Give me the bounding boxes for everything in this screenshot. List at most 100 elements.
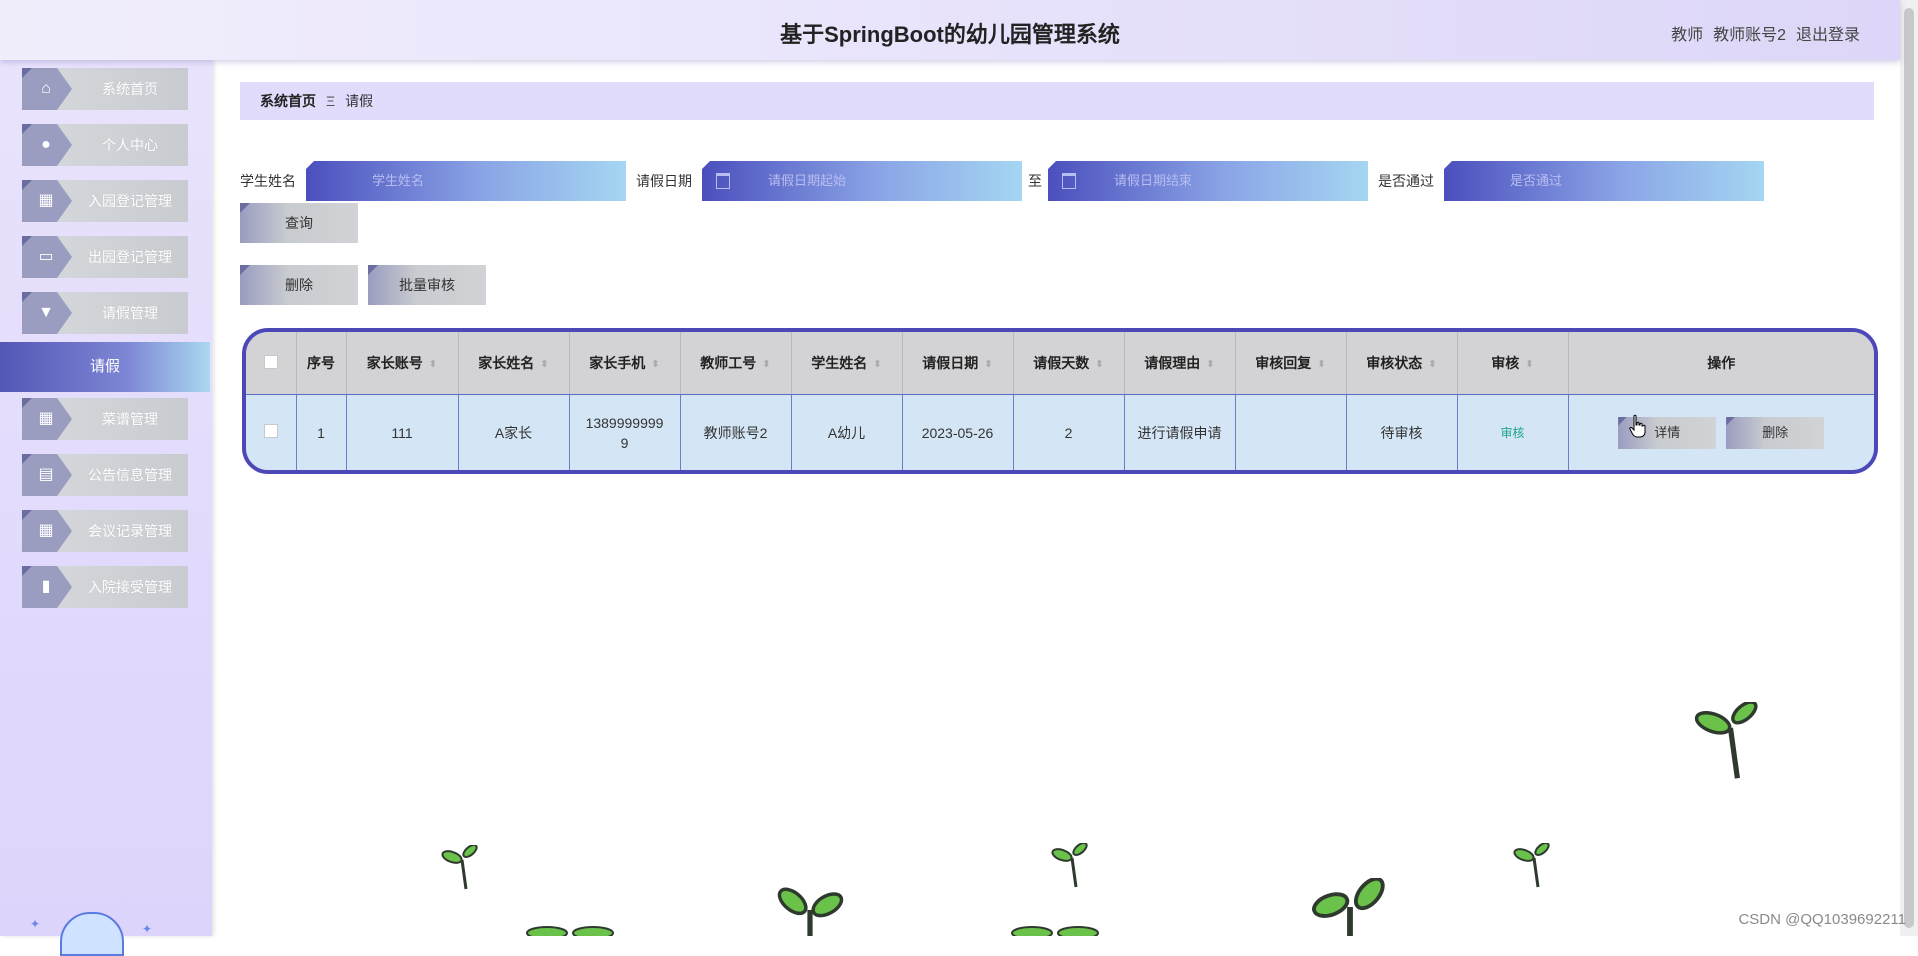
col-header[interactable]: 请假天数 ⬍ [1013, 332, 1125, 395]
sidebar-item-admission[interactable]: ▦ 入园登记管理 [22, 180, 188, 222]
date-end-input[interactable]: 请假日期结束 [1048, 161, 1368, 201]
col-header[interactable]: 审核 ⬍ [1457, 332, 1569, 395]
monitor-icon: ▭ [38, 248, 54, 265]
row-checkbox-cell[interactable] [246, 394, 297, 470]
propeller-plant-decoration [1312, 878, 1385, 936]
watermark: CSDN @QQ1039692211 [1738, 911, 1906, 928]
propeller-plant-decoration [777, 887, 844, 936]
sort-icon[interactable]: ⬍ [873, 359, 881, 370]
col-header[interactable]: 审核状态 ⬍ [1346, 332, 1458, 395]
input-placeholder: 请假日期结束 [1114, 173, 1193, 188]
sidebar-item-leave-active[interactable]: 请假 [0, 342, 210, 392]
col-header[interactable]: 请假理由 ⬍ [1124, 332, 1236, 395]
sidebar-item-home[interactable]: ⌂ 系统首页 [22, 68, 188, 110]
home-icon: ⌂ [41, 80, 51, 97]
batch-audit-button[interactable]: 批量审核 [368, 265, 486, 305]
cell-actions: 详情 删除 [1568, 394, 1874, 470]
delete-button[interactable]: 删除 [240, 265, 358, 305]
select-all-checkbox-cell[interactable] [246, 332, 297, 395]
button-label: 删除 [285, 277, 313, 293]
sort-icon[interactable]: ⬍ [429, 359, 437, 370]
button-label: 查询 [285, 215, 313, 231]
col-header: 操作 [1568, 332, 1874, 395]
input-placeholder: 学生姓名 [372, 173, 425, 188]
propeller-plant-decoration [1051, 843, 1088, 888]
select-all-checkbox[interactable] [263, 354, 278, 369]
col-header[interactable]: 审核回复 ⬍ [1235, 332, 1347, 395]
user-account: 教师账号2 [1713, 27, 1786, 44]
table-row: 1 111 A家长 1389999999 9 教师账号2 A幼儿 2023-05-… [246, 394, 1874, 470]
breadcrumb-home[interactable]: 系统首页 [260, 93, 316, 109]
sidebar-item-label: 公告信息管理 [88, 467, 172, 483]
top-header: 基于SpringBoot的幼儿园管理系统 教师 教师账号2 退出登录 [0, 0, 1900, 60]
sort-icon[interactable]: ⬍ [1525, 359, 1533, 370]
sidebar-item-label: 菜谱管理 [102, 411, 158, 427]
row-delete-button[interactable]: 删除 [1726, 416, 1825, 449]
propeller-plant-decoration [1694, 702, 1758, 779]
sidebar-item-menu[interactable]: ▦ 菜谱管理 [22, 398, 188, 440]
col-header: 序号 [296, 332, 347, 395]
calendar-icon [716, 173, 730, 189]
propeller-plant-decoration [441, 845, 478, 890]
sidebar-item-label: 会议记录管理 [88, 523, 172, 539]
print-icon: ▤ [38, 466, 54, 483]
col-header[interactable]: 教师工号 ⬍ [680, 332, 792, 395]
sidebar-item-leave-management[interactable]: ▼ 请假管理 [22, 292, 188, 334]
propeller-plant-decoration [1011, 926, 1099, 936]
sort-icon[interactable]: ⬍ [1206, 359, 1214, 370]
col-header[interactable]: 家长账号 ⬍ [346, 332, 459, 395]
user-icon: ● [41, 136, 51, 153]
sort-icon[interactable]: ⬍ [1428, 359, 1436, 370]
student-name-input[interactable]: 学生姓名 [306, 161, 626, 201]
sort-icon[interactable]: ⬍ [984, 359, 992, 370]
cell-parent-phone: 1389999999 9 [569, 394, 681, 470]
grid-icon: ▦ [38, 192, 54, 209]
breadcrumb-current: 请假 [345, 93, 374, 109]
book-icon: ▮ [41, 578, 51, 595]
grid-icon: ▦ [38, 410, 54, 427]
calendar-icon [1062, 173, 1076, 189]
sidebar-item-announcement[interactable]: ▤ 公告信息管理 [22, 454, 188, 496]
sidebar-item-meeting[interactable]: ▦ 会议记录管理 [22, 510, 188, 552]
breadcrumb: 系统首页 Ξ 请假 [240, 82, 1874, 120]
audit-link[interactable]: 审核 [1500, 426, 1524, 440]
sidebar-item-label: 个人中心 [102, 137, 158, 153]
cell-student-name: A幼儿 [791, 394, 903, 470]
pass-select[interactable]: 是否通过 [1444, 161, 1764, 201]
sort-icon[interactable]: ⬍ [1317, 359, 1325, 370]
sort-icon[interactable]: ⬍ [540, 359, 548, 370]
scrollbar-thumb[interactable] [1904, 8, 1914, 928]
sidebar-item-profile[interactable]: ● 个人中心 [22, 124, 188, 166]
sidebar-item-label: 入院接受管理 [88, 579, 172, 595]
col-header[interactable]: 学生姓名 ⬍ [791, 332, 903, 395]
star-icon: ✦ [30, 917, 41, 931]
table-header-row: 序号 家长账号 ⬍ 家长姓名 ⬍ 家长手机 ⬍ 教师工号 ⬍ 学生姓名 ⬍ 请假日期 ⬍ 请… [246, 332, 1874, 395]
col-header[interactable]: 家长手机 ⬍ [569, 332, 681, 395]
col-header[interactable]: 家长姓名 ⬍ [458, 332, 570, 395]
logout-link[interactable]: 退出登录 [1796, 27, 1860, 44]
sidebar-item-acceptance[interactable]: ▮ 入院接受管理 [22, 566, 188, 608]
propeller-plant-decoration [526, 926, 614, 936]
cell-teacher-id: 教师账号2 [680, 394, 792, 470]
sidebar-item-departure[interactable]: ▭ 出园登记管理 [22, 236, 188, 278]
query-button[interactable]: 查询 [240, 203, 358, 243]
to-label: 至 [1028, 173, 1042, 189]
sort-icon[interactable]: ⬍ [651, 359, 659, 370]
page-scrollbar[interactable] [1900, 0, 1918, 936]
row-checkbox[interactable] [263, 424, 278, 438]
sidebar-item-label: 系统首页 [102, 81, 158, 97]
cell-reason: 进行请假申请 [1124, 394, 1236, 470]
sort-icon[interactable]: ⬍ [1095, 359, 1103, 370]
leave-date-label: 请假日期 [636, 173, 692, 189]
input-placeholder: 请假日期起始 [768, 173, 847, 188]
grid-icon: ▦ [38, 522, 54, 539]
sort-icon[interactable]: ⬍ [762, 359, 770, 370]
user-role: 教师 [1671, 27, 1704, 44]
col-header[interactable]: 请假日期 ⬍ [902, 332, 1014, 395]
date-start-input[interactable]: 请假日期起始 [702, 161, 1022, 201]
sidebar: ⌂ 系统首页 ● 个人中心 ▦ 入园登记管理 ▭ 出园登记管理 ▼ 请假管理 请… [0, 60, 212, 956]
detail-button[interactable]: 详情 [1618, 416, 1717, 449]
cell-audit: 审核 [1457, 394, 1569, 470]
input-placeholder: 是否通过 [1510, 173, 1563, 188]
tag-icon: ▼ [38, 304, 54, 321]
